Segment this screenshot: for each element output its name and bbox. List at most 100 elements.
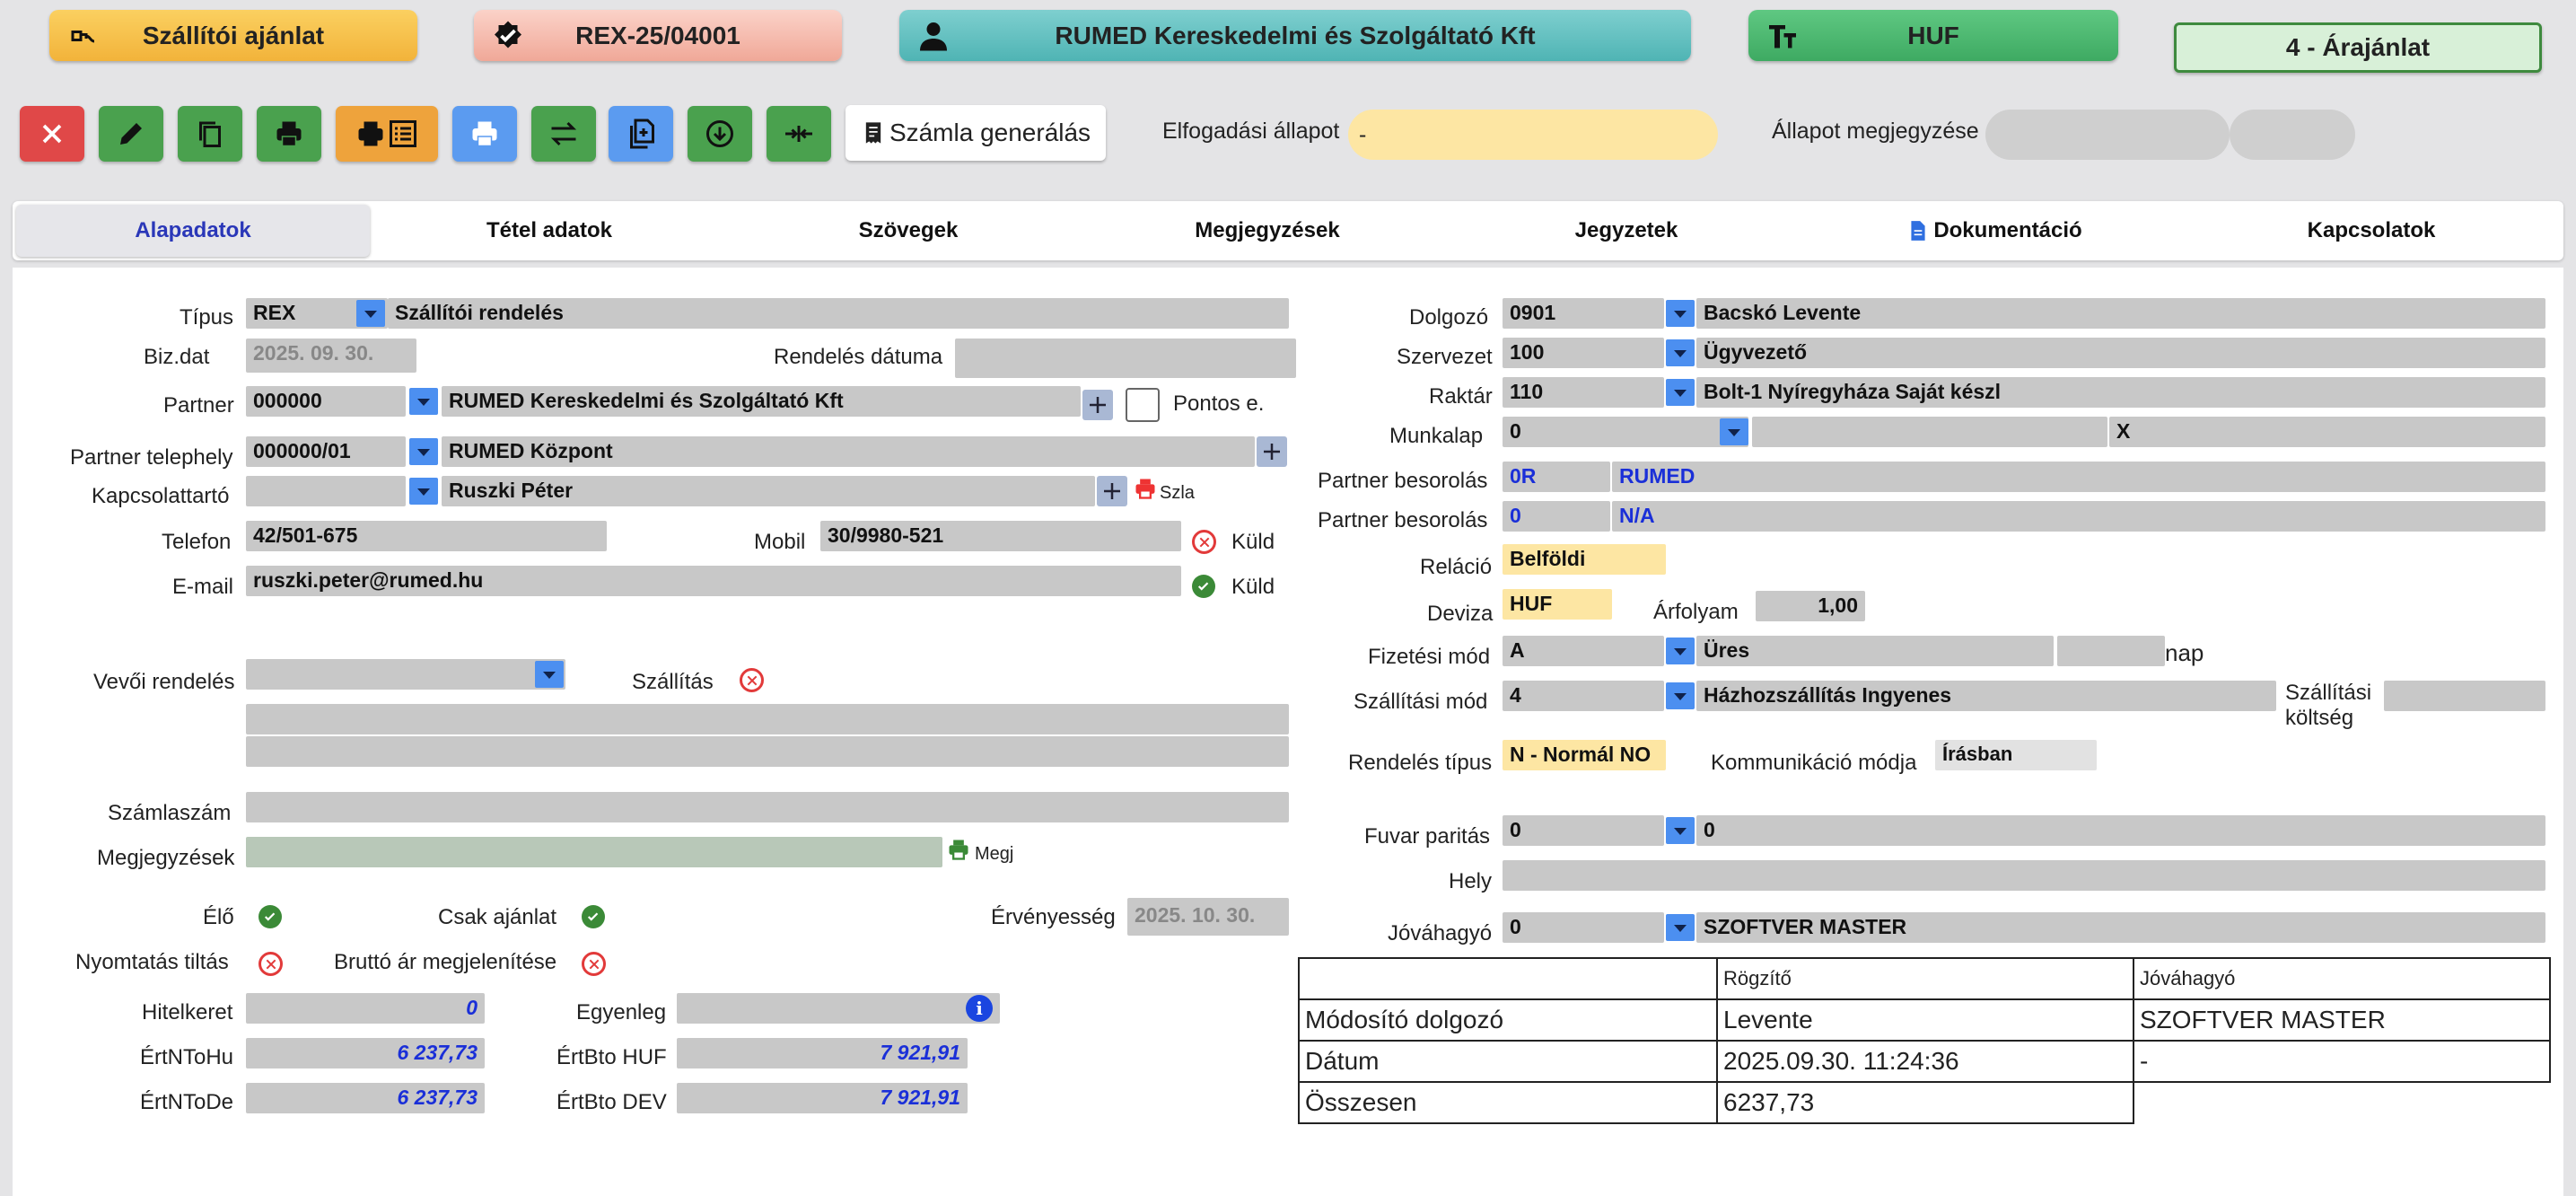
elo-check-icon[interactable] (258, 905, 282, 928)
besorolas2-code-field[interactable]: 0 (1503, 501, 1610, 532)
fuvar-code-field[interactable]: 0 (1503, 815, 1664, 846)
tab-megjegyzesek[interactable]: Megjegyzések (1088, 201, 1447, 260)
currency-pill[interactable]: HUF (1748, 10, 2118, 61)
szallitasi-code-field[interactable]: 4 (1503, 681, 1664, 711)
hely-field[interactable] (1503, 860, 2545, 891)
tab-jegyzetek[interactable]: Jegyzetek (1447, 201, 1806, 260)
tipus-dropdown[interactable] (356, 300, 385, 327)
munkalap-dropdown[interactable] (1720, 418, 1748, 445)
download-button[interactable] (688, 106, 752, 162)
szamlaszam-field[interactable] (246, 792, 1289, 822)
delete-button[interactable] (20, 106, 84, 162)
ertntode-field: 6 237,73 (246, 1083, 485, 1113)
table-cell: 6237,73 (1716, 1081, 2134, 1124)
szervezet-label: Szervezet (1397, 345, 1493, 369)
copy-button[interactable] (178, 106, 242, 162)
vevoi-rendeles-field[interactable] (246, 659, 565, 690)
partner-label: RUMED Kereskedelmi és Szolgáltató Kft (1055, 21, 1536, 49)
edit-button[interactable] (99, 106, 163, 162)
hely-label: Hely (1449, 869, 1493, 893)
dolgozo-code-field[interactable]: 0901 (1503, 298, 1664, 329)
raktar-code-field[interactable]: 110 (1503, 377, 1664, 408)
bizdat-field[interactable]: 2025. 09. 30. (246, 339, 416, 373)
nyomtatas-off-icon[interactable] (258, 952, 283, 976)
hitelkeret-field[interactable]: 0 (246, 993, 485, 1024)
kommunikacio-label: Kommunikáció módja (1711, 751, 1917, 775)
jovahagyo-dropdown[interactable] (1666, 914, 1695, 941)
csak-ajanlat-check-icon[interactable] (582, 905, 605, 928)
arfolyam-field[interactable]: 1,00 (1756, 591, 1865, 621)
szallitasi-dropdown[interactable] (1666, 682, 1695, 709)
ertbtohuf-label: ÉrtBto HUF (556, 1045, 667, 1069)
tab-alapadatok[interactable]: Alapadatok (16, 205, 370, 257)
telephely-dropdown[interactable] (409, 438, 438, 465)
add-contact-button[interactable] (1097, 476, 1127, 506)
dolgozo-dropdown[interactable] (1666, 300, 1695, 327)
tab-kapcsolatok[interactable]: Kapcsolatok (2183, 201, 2560, 260)
ervenyesseg-label: Érvényesség (991, 905, 1116, 929)
raktar-dropdown[interactable] (1666, 379, 1695, 406)
email-field[interactable]: ruszki.peter@rumed.hu (246, 566, 1181, 596)
email-send-on-icon[interactable] (1192, 575, 1215, 598)
kapcsolattarto-code-field[interactable] (246, 476, 406, 506)
mobil-label: Mobil (754, 530, 806, 554)
add-document-button[interactable] (609, 106, 673, 162)
fizetesi-days-field[interactable] (2057, 636, 2165, 666)
doc-type-pill[interactable]: Szállítói ajánlat (49, 10, 417, 61)
egyenleg-info-button[interactable]: i (966, 995, 993, 1022)
fizetesi-dropdown[interactable] (1666, 638, 1695, 664)
rendeles-datuma-field[interactable] (955, 339, 1296, 378)
print-button[interactable] (257, 106, 321, 162)
deviza-field[interactable]: HUF (1503, 589, 1612, 620)
munkalap-label: Munkalap (1389, 424, 1484, 448)
partner-code-field[interactable]: 000000 (246, 386, 406, 417)
mobil-send-off-icon[interactable] (1192, 530, 1216, 554)
egyenleg-field[interactable] (677, 993, 1000, 1024)
brutto-off-icon[interactable] (582, 952, 606, 976)
print-list-button[interactable] (336, 106, 438, 162)
telefon-field[interactable]: 42/501-675 (246, 521, 607, 551)
add-partner-button[interactable] (1082, 390, 1113, 420)
partner-dropdown[interactable] (409, 388, 438, 415)
fizetesi-code-field[interactable]: A (1503, 636, 1664, 666)
tab-tetel-adatok[interactable]: Tétel adatok (370, 201, 729, 260)
green-printer-icon[interactable] (946, 837, 971, 862)
kommunikacio-field[interactable]: Írásban (1935, 740, 2097, 770)
merge-button[interactable] (767, 106, 831, 162)
vevoi-rendeles-text-1[interactable] (246, 704, 1289, 734)
jovahagyo-code-field[interactable]: 0 (1503, 912, 1664, 943)
tab-szovegek[interactable]: Szövegek (729, 201, 1088, 260)
relacio-label: Reláció (1420, 555, 1493, 579)
telephely-code-field[interactable]: 000000/01 (246, 436, 406, 467)
szervezet-dropdown[interactable] (1666, 339, 1695, 366)
mobil-field[interactable]: 30/9980-521 (820, 521, 1181, 551)
red-printer-icon[interactable] (1133, 476, 1158, 501)
munkalap-code-field[interactable]: 0 (1503, 417, 1748, 447)
szallitasi-koltseg-field[interactable] (2384, 681, 2545, 711)
partner-pill[interactable]: RUMED Kereskedelmi és Szolgáltató Kft (899, 10, 1691, 61)
tab-dokumentacio[interactable]: Dokumentáció (1806, 201, 2183, 260)
pencil-icon (120, 123, 142, 145)
fuvar-dropdown[interactable] (1666, 817, 1695, 844)
acceptance-field[interactable]: - (1348, 110, 1718, 160)
besorolas1-code-field[interactable]: 0R (1503, 462, 1610, 492)
kapcsolattarto-dropdown[interactable] (409, 478, 438, 505)
szallitas-off-icon[interactable] (740, 668, 764, 692)
megjegyzesek-field[interactable] (246, 837, 942, 867)
doc-number-pill[interactable]: REX-25/04001 (474, 10, 842, 61)
szervezet-code-field[interactable]: 100 (1503, 338, 1664, 368)
pontos-checkbox[interactable] (1126, 388, 1160, 422)
convert-button[interactable] (531, 106, 596, 162)
status-note-field[interactable] (1985, 110, 2230, 160)
rendeles-tipus-field[interactable]: N - Normál NO (1503, 740, 1666, 770)
generate-invoice-button[interactable]: Számla generálás (846, 105, 1106, 161)
vevoi-rendeles-dropdown[interactable] (535, 661, 564, 688)
swap-icon (550, 121, 577, 146)
ervenyesseg-field[interactable]: 2025. 10. 30. (1127, 898, 1289, 936)
add-telephely-button[interactable] (1257, 436, 1287, 467)
vevoi-rendeles-text-2[interactable] (246, 736, 1289, 767)
print-preview-button[interactable] (452, 106, 517, 162)
relacio-field[interactable]: Belföldi (1503, 544, 1666, 575)
status-note-field-2[interactable] (2230, 110, 2355, 160)
status-pill[interactable]: 4 - Árajánlat (2174, 22, 2542, 73)
